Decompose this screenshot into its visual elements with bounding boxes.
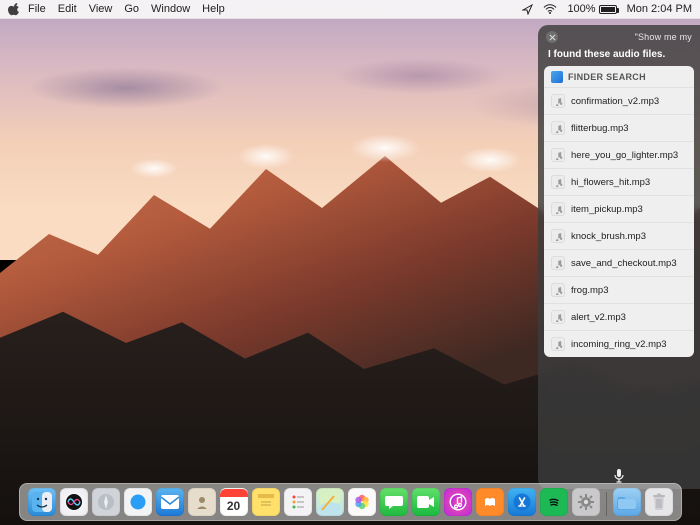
dock-finder[interactable]: [28, 488, 56, 516]
file-name-label: here_you_go_lighter.mp3: [571, 150, 678, 161]
dock-launchpad[interactable]: [92, 488, 120, 516]
dock-calendar[interactable]: 20: [220, 488, 248, 516]
siri-section-header-label: FINDER SEARCH: [568, 72, 646, 82]
dock-maps[interactable]: [316, 488, 344, 516]
dock-mail[interactable]: [156, 488, 184, 516]
dock-itunes[interactable]: [444, 488, 472, 516]
file-name-label: knock_brush.mp3: [571, 231, 646, 242]
siri-result-card: FINDER SEARCH confirmation_v2.mp3flitter…: [544, 66, 694, 357]
menu-help[interactable]: Help: [202, 3, 225, 15]
battery-status[interactable]: 100%: [567, 3, 616, 15]
calendar-day-label: 20: [227, 497, 240, 515]
menu-window[interactable]: Window: [151, 3, 190, 15]
close-icon[interactable]: [546, 31, 558, 43]
music-file-icon: [551, 175, 565, 189]
siri-results: FINDER SEARCH confirmation_v2.mp3flitter…: [538, 66, 700, 463]
siri-hint-text: "Show me my: [635, 32, 692, 42]
dock-messages[interactable]: [380, 488, 408, 516]
music-file-icon: [551, 283, 565, 297]
dock-trash[interactable]: [645, 488, 673, 516]
siri-panel: "Show me my I found these audio files. F…: [538, 25, 700, 489]
file-result[interactable]: item_pickup.mp3: [544, 195, 694, 222]
music-file-icon: [551, 94, 565, 108]
dock-downloads-folder[interactable]: [613, 488, 641, 516]
battery-percent-label: 100%: [567, 3, 595, 15]
menu-file[interactable]: File: [28, 3, 46, 15]
dock-siri[interactable]: [60, 488, 88, 516]
dock-ibooks[interactable]: [476, 488, 504, 516]
menu-edit[interactable]: Edit: [58, 3, 77, 15]
music-file-icon: [551, 256, 565, 270]
music-file-icon: [551, 337, 565, 351]
file-result[interactable]: here_you_go_lighter.mp3: [544, 141, 694, 168]
file-name-label: save_and_checkout.mp3: [571, 258, 677, 269]
menubar-clock[interactable]: Mon 2:04 PM: [627, 3, 692, 15]
file-name-label: frog.mp3: [571, 285, 609, 296]
file-name-label: flitterbug.mp3: [571, 123, 629, 134]
siri-response-title: I found these audio files.: [538, 45, 700, 66]
file-result[interactable]: alert_v2.mp3: [544, 303, 694, 330]
menubar-app-menus: File Edit View Go Window Help: [28, 3, 225, 15]
finder-icon: [551, 71, 563, 83]
file-result[interactable]: confirmation_v2.mp3: [544, 87, 694, 114]
battery-icon: [599, 5, 617, 14]
menu-go[interactable]: Go: [124, 3, 139, 15]
dock-system-preferences[interactable]: [572, 488, 600, 516]
file-name-label: item_pickup.mp3: [571, 204, 643, 215]
file-result[interactable]: knock_brush.mp3: [544, 222, 694, 249]
music-file-icon: [551, 121, 565, 135]
dock-safari[interactable]: [124, 488, 152, 516]
dock-reminders[interactable]: [284, 488, 312, 516]
dock-notes[interactable]: [252, 488, 280, 516]
music-file-icon: [551, 229, 565, 243]
dock-separator: [606, 492, 607, 516]
file-list: confirmation_v2.mp3 flitterbug.mp3 here_yo…: [544, 87, 694, 357]
menu-view[interactable]: View: [89, 3, 113, 15]
file-result[interactable]: hi_flowers_hit.mp3: [544, 168, 694, 195]
menubar: File Edit View Go Window Help 100% Mon 2…: [0, 0, 700, 19]
music-file-icon: [551, 148, 565, 162]
file-result[interactable]: incoming_ring_v2.mp3: [544, 330, 694, 357]
file-name-label: hi_flowers_hit.mp3: [571, 177, 650, 188]
file-result[interactable]: frog.mp3: [544, 276, 694, 303]
file-result[interactable]: flitterbug.mp3: [544, 114, 694, 141]
file-name-label: incoming_ring_v2.mp3: [571, 339, 667, 350]
dock-contacts[interactable]: [188, 488, 216, 516]
file-name-label: alert_v2.mp3: [571, 312, 626, 323]
dock-facetime[interactable]: [412, 488, 440, 516]
music-file-icon: [551, 202, 565, 216]
siri-section-header: FINDER SEARCH: [544, 66, 694, 87]
wifi-icon[interactable]: [543, 4, 557, 14]
dock: 20: [0, 483, 700, 521]
dock-appstore[interactable]: [508, 488, 536, 516]
dock-photos[interactable]: [348, 488, 376, 516]
file-result[interactable]: save_and_checkout.mp3: [544, 249, 694, 276]
location-icon[interactable]: [522, 4, 533, 15]
apple-menu-icon[interactable]: [8, 2, 22, 16]
dock-spotify[interactable]: [540, 488, 568, 516]
file-name-label: confirmation_v2.mp3: [571, 96, 659, 107]
music-file-icon: [551, 310, 565, 324]
